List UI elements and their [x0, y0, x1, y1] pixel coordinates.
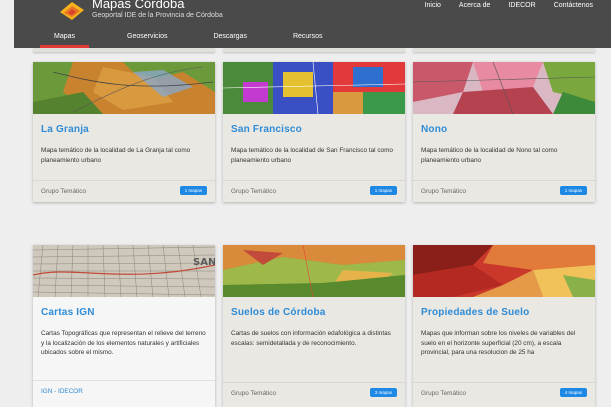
- maps-count-badge[interactable]: 1 mapas: [369, 186, 397, 195]
- map-thumbnail: [413, 245, 595, 297]
- tab-mapas[interactable]: Mapas: [40, 30, 90, 48]
- card-description: Mapa temático de la localidad de San Fra…: [231, 147, 393, 164]
- link-idecor[interactable]: IDECOR: [508, 0, 535, 11]
- map-thumbnail: SAN F: [33, 245, 215, 297]
- link-contactenos[interactable]: Contáctenos: [554, 0, 593, 11]
- card-group: Grupo Temático: [41, 188, 86, 195]
- card-group: Grupo Temático: [231, 390, 276, 397]
- card-suelos-de-cordoba[interactable]: Suelos de Córdoba Cartas de suelos con i…: [223, 245, 405, 407]
- top-links: Inicio Acerca de IDECOR Contáctenos: [407, 0, 593, 11]
- link-acerca-de[interactable]: Acerca de: [459, 0, 491, 11]
- card-description: Cartas de suelos con información edafoló…: [231, 330, 391, 347]
- card-group: Grupo Temático: [421, 188, 466, 195]
- logo-icon: [60, 2, 84, 20]
- card-title[interactable]: Nono: [421, 124, 447, 135]
- brand[interactable]: Mapas Córdoba Geoportal IDE de la Provin…: [58, 0, 223, 22]
- card-title[interactable]: Cartas IGN: [41, 307, 95, 318]
- previous-row-edge: [30, 48, 610, 54]
- card-title[interactable]: San Francisco: [231, 124, 302, 135]
- card-title[interactable]: La Granja: [41, 124, 89, 135]
- card-footer: Grupo Temático 4 mapas: [413, 382, 595, 404]
- map-thumbnail: [223, 62, 405, 114]
- card-group: Grupo Temático: [421, 390, 466, 397]
- main-tabs: Mapas Geoservicios Descargas Recursos: [40, 30, 361, 48]
- card-description: Mapas que informan sobre los niveles de …: [421, 330, 576, 357]
- svg-text:SAN F: SAN F: [193, 257, 215, 268]
- card-footer: Grupo Temático 1 mapas: [223, 180, 405, 202]
- top-navbar: Mapas Córdoba Geoportal IDE de la Provin…: [14, 0, 611, 48]
- maps-count-badge[interactable]: 3 mapas: [369, 388, 397, 397]
- card-title[interactable]: Suelos de Córdoba: [231, 307, 326, 318]
- card-la-granja[interactable]: La Granja Mapa temático de la localidad …: [33, 62, 215, 202]
- site-title: Mapas Córdoba: [92, 0, 185, 11]
- card-group: Grupo Temático: [231, 188, 276, 195]
- card-footer: Grupo Temático 1 mapas: [33, 180, 215, 202]
- maps-count-badge[interactable]: 1 mapas: [179, 186, 207, 195]
- card-description: Cartas Topográficas que representan el r…: [41, 330, 206, 357]
- card-nono[interactable]: Nono Mapa temático de la localidad de No…: [413, 62, 595, 202]
- card-footer: IGN - IDECOR: [33, 380, 215, 402]
- card-san-francisco[interactable]: San Francisco Mapa temático de la locali…: [223, 62, 405, 202]
- card-cartas-ign[interactable]: SAN F Cartas IGN Cartas Topográficas que…: [33, 245, 215, 407]
- map-thumbnail: [33, 62, 215, 114]
- tab-descargas[interactable]: Descargas: [205, 30, 254, 48]
- card-description: Mapa temático de la localidad de La Gran…: [41, 147, 191, 164]
- tab-recursos[interactable]: Recursos: [285, 30, 331, 48]
- map-thumbnail: [413, 62, 595, 114]
- maps-count-badge[interactable]: 1 mapas: [559, 186, 587, 195]
- site-subtitle: Geoportal IDE de la Provincia de Córdoba: [92, 11, 223, 19]
- maps-count-badge[interactable]: 4 mapas: [559, 388, 587, 397]
- card-footer: Grupo Temático 3 mapas: [223, 382, 405, 404]
- map-thumbnail: [223, 245, 405, 297]
- tab-geoservicios[interactable]: Geoservicios: [119, 30, 175, 48]
- card-description: Mapa temático de la localidad de Nono ta…: [421, 147, 558, 164]
- card-group-link[interactable]: IGN - IDECOR: [41, 388, 83, 395]
- card-footer: Grupo Temático 1 mapas: [413, 180, 595, 202]
- card-propiedades-de-suelo[interactable]: Propiedades de Suelo Mapas que informan …: [413, 245, 595, 407]
- link-inicio[interactable]: Inicio: [425, 0, 441, 11]
- card-title[interactable]: Propiedades de Suelo: [421, 307, 529, 318]
